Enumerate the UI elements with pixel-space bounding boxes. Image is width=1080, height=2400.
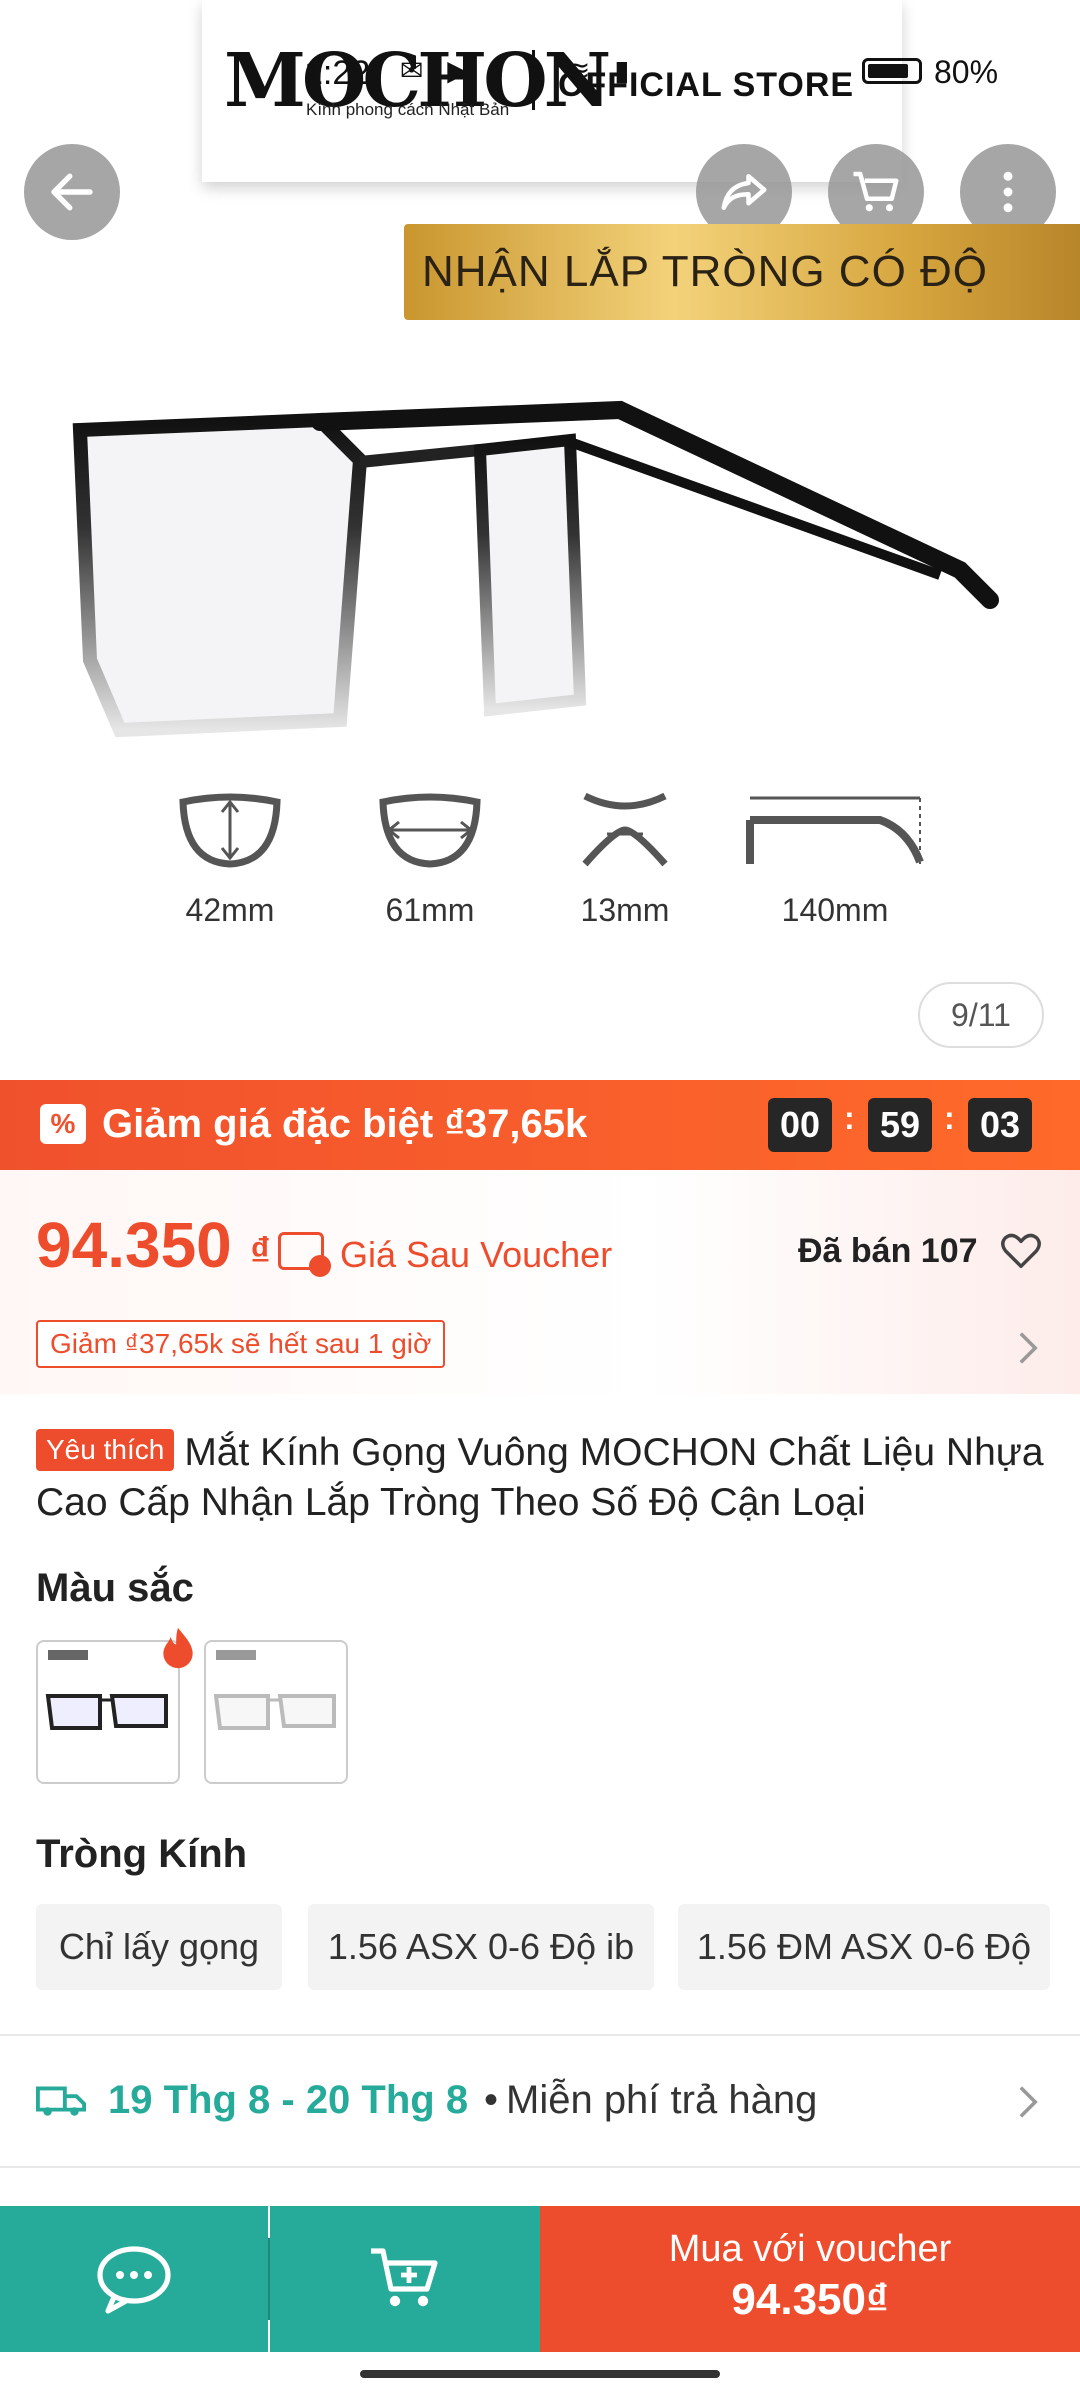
product-image-carousel[interactable]: MOCHON Kính phong cách Nhật Bản OFFICIAL… [0, 0, 1080, 1080]
measurement-label: 42mm [185, 892, 275, 928]
lens-option-frame-only[interactable]: Chỉ lấy gọng [36, 1904, 282, 1990]
image-counter: 9/11 [918, 982, 1044, 1048]
timer-minutes: 59 [868, 1098, 932, 1152]
timer-hours: 00 [768, 1098, 832, 1152]
color-swatch-clear[interactable] [204, 1640, 348, 1784]
buy-button-label: Mua với voucher [668, 2228, 952, 2270]
shipping-row[interactable]: 19 Thg 8 - 20 Thg 8 • Miễn phí trả hàng [0, 2036, 1080, 2166]
free-return-label: Miễn phí trả hàng [506, 2078, 818, 2122]
product-title: Yêu thích Mắt Kính Gọng Vuông MOCHON Chất… [36, 1428, 1046, 1528]
chevron-right-icon [1019, 2086, 1038, 2118]
add-to-cart-button[interactable] [270, 2206, 540, 2352]
glasses-product-image [72, 400, 999, 738]
measurement-label: 61mm [385, 892, 475, 928]
timer-seconds: 03 [968, 1098, 1032, 1152]
measurement-label: 140mm [781, 892, 889, 928]
home-indicator[interactable] [360, 2370, 720, 2378]
more-vertical-icon [1003, 171, 1013, 213]
timer-separator: : [944, 1100, 955, 1136]
measurement-bridge-width: 13mm [565, 790, 685, 929]
shipping-separator: • [484, 2078, 499, 2122]
hot-flame-icon [163, 1627, 193, 1669]
measurement-lens-width: 61mm [370, 790, 490, 929]
favorite-badge: Yêu thích [36, 1429, 175, 1471]
delivery-truck-icon [36, 2086, 86, 2116]
cart-icon [853, 171, 899, 212]
lens-offer-banner: NHẬN LẮP TRÒNG CÓ ĐỘ [404, 224, 1080, 320]
flash-sale-bar: % Giảm giá đặc biệt ₫37,65k 00 : 59 : 03 [0, 1080, 1080, 1170]
chat-button[interactable] [0, 2206, 268, 2352]
buy-button-price: 94.350₫ [731, 2275, 889, 2324]
battery-icon [862, 58, 922, 84]
status-bar: 1:22 ✉ ▶ • ◔ ≋ ▮ 80% [0, 40, 1080, 100]
battery-level: 80% [934, 54, 999, 90]
share-icon [721, 174, 767, 210]
timer-separator: : [844, 1100, 855, 1136]
lens-section-label: Tròng Kính [36, 1832, 248, 1876]
color-section-label: Màu sắc [36, 1566, 194, 1610]
chat-icon [97, 2246, 171, 2314]
price-section[interactable]: 94.350 ₫ Giá Sau Voucher Đã bán 107 Giảm… [0, 1170, 1080, 1394]
status-icons: ✉ ▶ • ◔ ≋ ▮ [400, 55, 638, 86]
black-frame-thumbnail [45, 1650, 168, 1730]
price-after-voucher-label: Giá Sau Voucher [340, 1234, 613, 1275]
sold-count: Đã bán 107 [798, 1232, 978, 1270]
lens-width-icon [379, 793, 481, 868]
discount-expiry-tag: Giảm ₫37,65k sẽ hết sau 1 giờ [36, 1320, 446, 1368]
lens-option-dm-asx[interactable]: 1.56 ĐM ASX 0-6 Độ [678, 1904, 1050, 1990]
price-currency: ₫ [250, 1230, 271, 1274]
buy-with-voucher-button[interactable]: Mua với voucher 94.350₫ [540, 2206, 1080, 2352]
divider [0, 2166, 1080, 2168]
brand-tagline: Kính phong cách Nhật Bản [306, 100, 510, 119]
clear-frame-thumbnail [213, 1650, 336, 1730]
lens-offer-text: NHẬN LẮP TRÒNG CÓ ĐỘ [422, 247, 989, 296]
flash-sale-label: Giảm giá đặc biệt ₫37,65k [102, 1102, 588, 1146]
favorite-heart-icon[interactable] [998, 1228, 1044, 1274]
temple-length-icon [746, 796, 924, 864]
voucher-icon [278, 1232, 331, 1277]
lens-height-icon [179, 793, 281, 868]
arrow-left-icon [51, 173, 93, 211]
chevron-right-icon[interactable] [1016, 1330, 1040, 1366]
back-button[interactable] [24, 144, 120, 240]
bridge-width-icon [582, 792, 668, 867]
discount-icon: % [40, 1104, 86, 1144]
bottom-action-bar: Mua với voucher 94.350₫ [0, 2206, 1080, 2352]
price-amount: 94.350 [36, 1209, 232, 1281]
add-to-cart-icon [371, 2248, 438, 2307]
product-title-text: Mắt Kính Gọng Vuông MOCHON Chất Liệu Nhự… [36, 1431, 1044, 1524]
lens-option-asx-ib[interactable]: 1.56 ASX 0-6 Độ ib [308, 1904, 654, 1990]
measurement-label: 13mm [580, 892, 670, 928]
measurement-lens-height: 42mm [170, 790, 290, 929]
status-time: 1:22 [304, 54, 371, 92]
measurement-temple-length: 140mm [740, 790, 930, 929]
delivery-date: 19 Thg 8 - 20 Thg 8 [108, 2078, 469, 2122]
